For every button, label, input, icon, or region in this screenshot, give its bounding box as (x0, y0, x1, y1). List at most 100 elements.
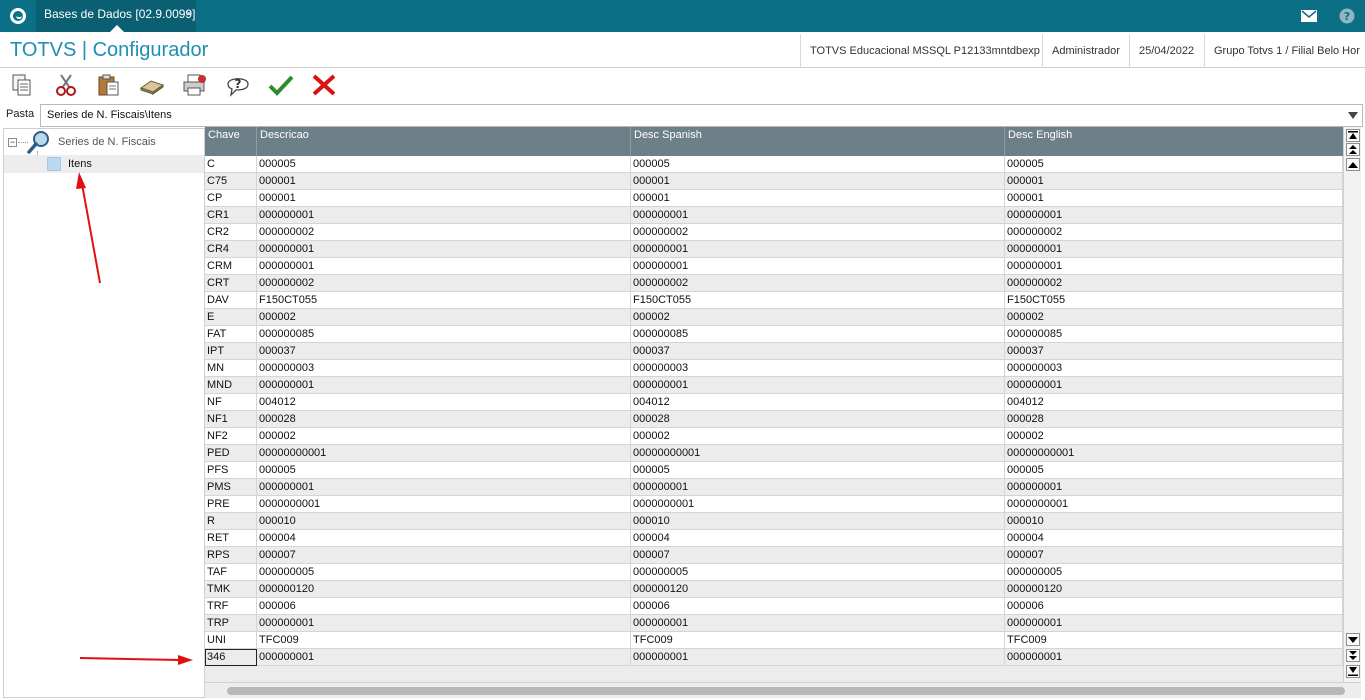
cell-chave[interactable]: MN (205, 360, 257, 377)
tree-node-itens[interactable]: Itens (4, 155, 204, 173)
cell-desc-spanish[interactable]: 000006 (631, 598, 1005, 615)
table-row[interactable]: DAV F150CT055 F150CT055 F150CT055 (205, 292, 1343, 309)
table-row[interactable]: CP 000001 000001 000001 (205, 190, 1343, 207)
cell-desc-spanish[interactable]: 000000001 (631, 258, 1005, 275)
cell-descricao[interactable]: 000037 (257, 343, 631, 360)
table-row[interactable]: NF1 000028 000028 000028 (205, 411, 1343, 428)
cell-chave[interactable]: TAF (205, 564, 257, 581)
cell-descricao[interactable]: 000000085 (257, 326, 631, 343)
page-up-button[interactable] (1346, 143, 1360, 156)
mail-icon[interactable] (1299, 6, 1319, 26)
cell-chave[interactable]: FAT (205, 326, 257, 343)
cell-desc-english[interactable]: 000000120 (1005, 581, 1343, 598)
cell-desc-spanish[interactable]: 000000002 (631, 275, 1005, 292)
table-row[interactable]: UNI TFC009 TFC009 TFC009 (205, 632, 1343, 649)
cell-chave[interactable]: MND (205, 377, 257, 394)
table-row[interactable]: CRM 000000001 000000001 000000001 (205, 258, 1343, 275)
vertical-scrollbar[interactable] (1343, 127, 1361, 682)
cell-descricao[interactable]: 000000003 (257, 360, 631, 377)
table-row[interactable]: IPT 000037 000037 000037 (205, 343, 1343, 360)
cell-descricao[interactable]: 000000001 (257, 479, 631, 496)
horizontal-scrollbar[interactable] (205, 682, 1361, 698)
table-row[interactable]: PED 00000000001 00000000001 00000000001 (205, 445, 1343, 462)
table-row[interactable]: C 000005 000005 000005 (205, 156, 1343, 173)
table-row[interactable]: TAF 000000005 000000005 000000005 (205, 564, 1343, 581)
column-header-desc-spanish[interactable]: Desc Spanish (631, 127, 1005, 156)
cell-chave[interactable]: IPT (205, 343, 257, 360)
cell-descricao[interactable]: 000000001 (257, 241, 631, 258)
table-row[interactable]: CR2 000000002 000000002 000000002 (205, 224, 1343, 241)
cell-chave[interactable]: CR2 (205, 224, 257, 241)
cell-desc-spanish[interactable]: 000000001 (631, 377, 1005, 394)
cell-descricao[interactable]: 000006 (257, 598, 631, 615)
cell-descricao[interactable]: 000000001 (257, 207, 631, 224)
cell-desc-english[interactable]: 000000001 (1005, 615, 1343, 632)
scroll-up-button[interactable] (1346, 158, 1360, 171)
table-row[interactable]: E 000002 000002 000002 (205, 309, 1343, 326)
cell-chave[interactable]: CP (205, 190, 257, 207)
help-circle-icon[interactable]: ? (1337, 6, 1357, 26)
cell-chave[interactable]: CR4 (205, 241, 257, 258)
cell-desc-english[interactable]: 000028 (1005, 411, 1343, 428)
cell-chave[interactable]: CRT (205, 275, 257, 292)
cell-desc-spanish[interactable]: 000000085 (631, 326, 1005, 343)
cell-chave[interactable]: TRF (205, 598, 257, 615)
cell-descricao[interactable]: 000007 (257, 547, 631, 564)
cell-desc-spanish[interactable]: TFC009 (631, 632, 1005, 649)
copy-button[interactable] (8, 71, 36, 99)
column-header-descricao[interactable]: Descricao (257, 127, 631, 156)
cell-desc-spanish[interactable]: 000000002 (631, 224, 1005, 241)
cell-desc-english[interactable]: 000002 (1005, 428, 1343, 445)
table-row[interactable]: TMK 000000120 000000120 000000120 (205, 581, 1343, 598)
cell-desc-spanish[interactable]: 000000001 (631, 615, 1005, 632)
cell-descricao[interactable]: 000002 (257, 428, 631, 445)
cell-descricao[interactable]: 004012 (257, 394, 631, 411)
table-row[interactable]: PMS 000000001 000000001 000000001 (205, 479, 1343, 496)
cell-desc-spanish[interactable]: 000005 (631, 462, 1005, 479)
cell-desc-spanish[interactable]: 000004 (631, 530, 1005, 547)
cell-desc-spanish[interactable]: 000002 (631, 309, 1005, 326)
cell-descricao[interactable]: 000000001 (257, 615, 631, 632)
cell-chave[interactable]: PED (205, 445, 257, 462)
cell-chave[interactable]: C (205, 156, 257, 173)
cell-desc-spanish[interactable]: F150CT055 (631, 292, 1005, 309)
cell-chave[interactable]: CR1 (205, 207, 257, 224)
cut-button[interactable] (52, 71, 80, 99)
horizontal-scroll-thumb[interactable] (227, 687, 1345, 695)
table-row[interactable]: CRT 000000002 000000002 000000002 (205, 275, 1343, 292)
cell-descricao[interactable]: 000000001 (257, 258, 631, 275)
cell-chave[interactable]: DAV (205, 292, 257, 309)
print-button[interactable] (181, 71, 209, 99)
erase-button[interactable] (138, 71, 166, 99)
cell-chave[interactable]: RPS (205, 547, 257, 564)
cell-desc-spanish[interactable]: 000000120 (631, 581, 1005, 598)
table-row[interactable]: PFS 000005 000005 000005 (205, 462, 1343, 479)
cell-desc-spanish[interactable]: 000000001 (631, 241, 1005, 258)
pasta-select[interactable]: Series de N. Fiscais\Itens (40, 104, 1363, 127)
cell-desc-spanish[interactable]: 000007 (631, 547, 1005, 564)
cell-chave[interactable]: CRM (205, 258, 257, 275)
table-row[interactable]: NF2 000002 000002 000002 (205, 428, 1343, 445)
table-row[interactable]: FAT 000000085 000000085 000000085 (205, 326, 1343, 343)
data-grid[interactable]: Chave Descricao Desc Spanish Desc Englis… (205, 127, 1343, 682)
collapse-icon[interactable]: − (8, 138, 17, 147)
chevron-down-icon[interactable] (1348, 112, 1358, 119)
table-row[interactable]: CR4 000000001 000000001 000000001 (205, 241, 1343, 258)
cell-desc-english[interactable]: 000000085 (1005, 326, 1343, 343)
cell-desc-english[interactable]: 000001 (1005, 190, 1343, 207)
table-row[interactable]: RPS 000007 000007 000007 (205, 547, 1343, 564)
cell-desc-english[interactable]: 000006 (1005, 598, 1343, 615)
table-row[interactable]: TRP 000000001 000000001 000000001 (205, 615, 1343, 632)
cell-chave[interactable]: C75 (205, 173, 257, 190)
cell-chave[interactable]: PRE (205, 496, 257, 513)
column-header-desc-english[interactable]: Desc English (1005, 127, 1343, 156)
cell-desc-english[interactable]: 000004 (1005, 530, 1343, 547)
cell-chave[interactable]: PFS (205, 462, 257, 479)
cell-desc-spanish[interactable]: 000028 (631, 411, 1005, 428)
table-row[interactable]: R 000010 000010 000010 (205, 513, 1343, 530)
cell-desc-english[interactable]: 000000002 (1005, 275, 1343, 292)
cell-desc-spanish[interactable]: 000001 (631, 190, 1005, 207)
cell-desc-spanish[interactable]: 000001 (631, 173, 1005, 190)
table-row[interactable]: C75 000001 000001 000001 (205, 173, 1343, 190)
cell-descricao[interactable]: 000028 (257, 411, 631, 428)
